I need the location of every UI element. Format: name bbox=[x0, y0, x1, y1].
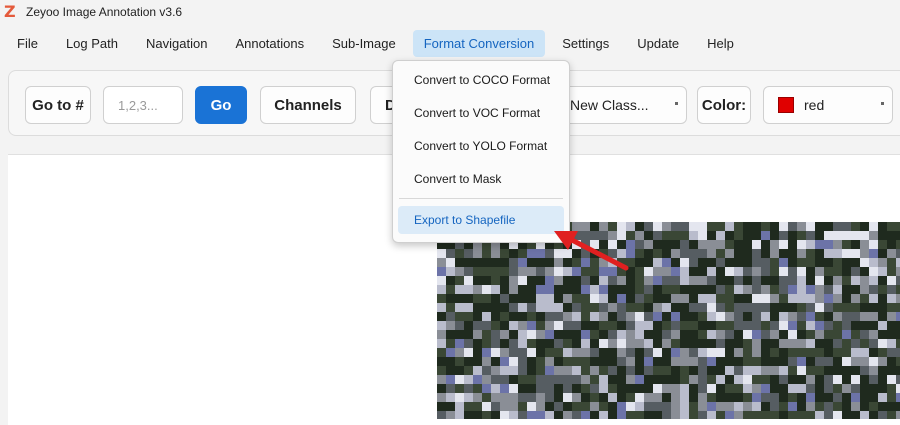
color-select-value: red bbox=[804, 97, 825, 113]
window-title: Zeyoo Image Annotation v3.6 bbox=[26, 5, 183, 19]
export-shapefile-item[interactable]: Export to Shapefile bbox=[398, 206, 564, 234]
menu-settings[interactable]: Settings bbox=[551, 30, 620, 57]
menu-sub-image[interactable]: Sub-Image bbox=[321, 30, 407, 57]
color-swatch bbox=[778, 97, 794, 113]
go-button[interactable]: Go bbox=[195, 86, 247, 124]
format-conversion-dropdown: Convert to COCO Format Convert to VOC Fo… bbox=[392, 60, 570, 243]
convert-mask-item[interactable]: Convert to Mask bbox=[398, 165, 564, 193]
satellite-image bbox=[437, 222, 900, 419]
app-logo-icon: Z bbox=[4, 2, 16, 21]
convert-yolo-item[interactable]: Convert to YOLO Format bbox=[398, 132, 564, 160]
menu-annotations[interactable]: Annotations bbox=[224, 30, 315, 57]
annotation-arrow-icon bbox=[554, 231, 629, 271]
convert-voc-item[interactable]: Convert to VOC Format bbox=[398, 99, 564, 127]
menu-separator bbox=[399, 198, 563, 199]
convert-coco-item[interactable]: Convert to COCO Format bbox=[398, 66, 564, 94]
menu-log-path[interactable]: Log Path bbox=[55, 30, 129, 57]
goto-label-button[interactable]: Go to # bbox=[25, 86, 91, 124]
color-label: Color: bbox=[697, 86, 751, 124]
menu-format-conversion[interactable]: Format Conversion bbox=[412, 29, 546, 57]
menu-update[interactable]: Update bbox=[626, 30, 690, 57]
menu-bar: File Log Path Navigation Annotations Sub… bbox=[0, 26, 900, 60]
menu-file[interactable]: File bbox=[6, 30, 49, 57]
class-select-value: New Class... bbox=[570, 97, 649, 113]
dropdown-arrow-icon bbox=[881, 102, 884, 105]
channels-button[interactable]: Channels bbox=[260, 86, 356, 124]
color-select[interactable]: red bbox=[763, 86, 893, 124]
class-select[interactable]: New Class... bbox=[563, 86, 687, 124]
goto-index-input[interactable]: 1,2,3... bbox=[103, 86, 183, 124]
menu-help[interactable]: Help bbox=[696, 30, 745, 57]
satellite-image-mosaic bbox=[437, 222, 900, 419]
dropdown-arrow-icon bbox=[675, 102, 678, 105]
title-bar: Z Zeyoo Image Annotation v3.6 bbox=[0, 0, 900, 24]
menu-navigation[interactable]: Navigation bbox=[135, 30, 218, 57]
